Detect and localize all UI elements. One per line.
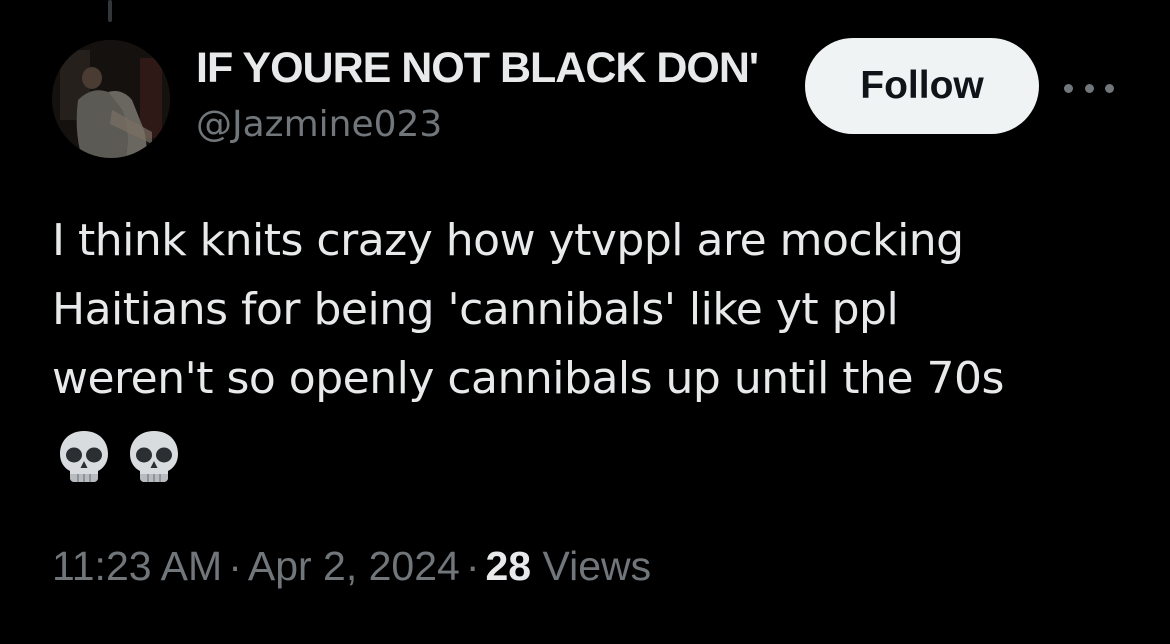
more-horizontal-icon-dot — [1105, 83, 1114, 93]
tweet-text: I think knits crazy how ytvppl are mocki… — [52, 206, 1132, 413]
tweet-text-line: I think knits crazy how ytvppl are mocki… — [52, 215, 964, 266]
tweet-time[interactable]: 11:23 AM — [52, 543, 222, 589]
thread-connector-line — [108, 0, 112, 22]
tweet-date[interactable]: Apr 2, 2024 — [248, 543, 460, 589]
more-horizontal-icon — [1064, 83, 1073, 93]
follow-button[interactable]: Follow — [805, 38, 1039, 134]
views-count: 28 — [485, 543, 532, 589]
tweet-meta: 11:23 AM · Apr 2, 2024 · 28 Views — [52, 540, 651, 592]
views-label: Views — [542, 543, 652, 589]
tweet-text-line: weren't so openly cannibals up until the… — [52, 353, 1004, 404]
profile-photo-icon — [52, 40, 170, 158]
more-horizontal-icon-dot — [1084, 83, 1094, 93]
author-handle[interactable]: @Jazmine023 — [196, 102, 442, 148]
author-display-name[interactable]: IF YOURE NOT BLACK DON' — [196, 42, 786, 94]
skull-emoji-icon — [130, 431, 178, 482]
more-options-button[interactable] — [1064, 70, 1114, 106]
meta-separator: · — [465, 543, 480, 589]
tweet-text-line: Haitians for being 'cannibals' like yt p… — [52, 284, 899, 335]
avatar[interactable] — [52, 40, 170, 158]
skull-emoji-icon — [60, 431, 108, 482]
emoji-row — [56, 428, 182, 484]
meta-separator: · — [228, 543, 242, 589]
